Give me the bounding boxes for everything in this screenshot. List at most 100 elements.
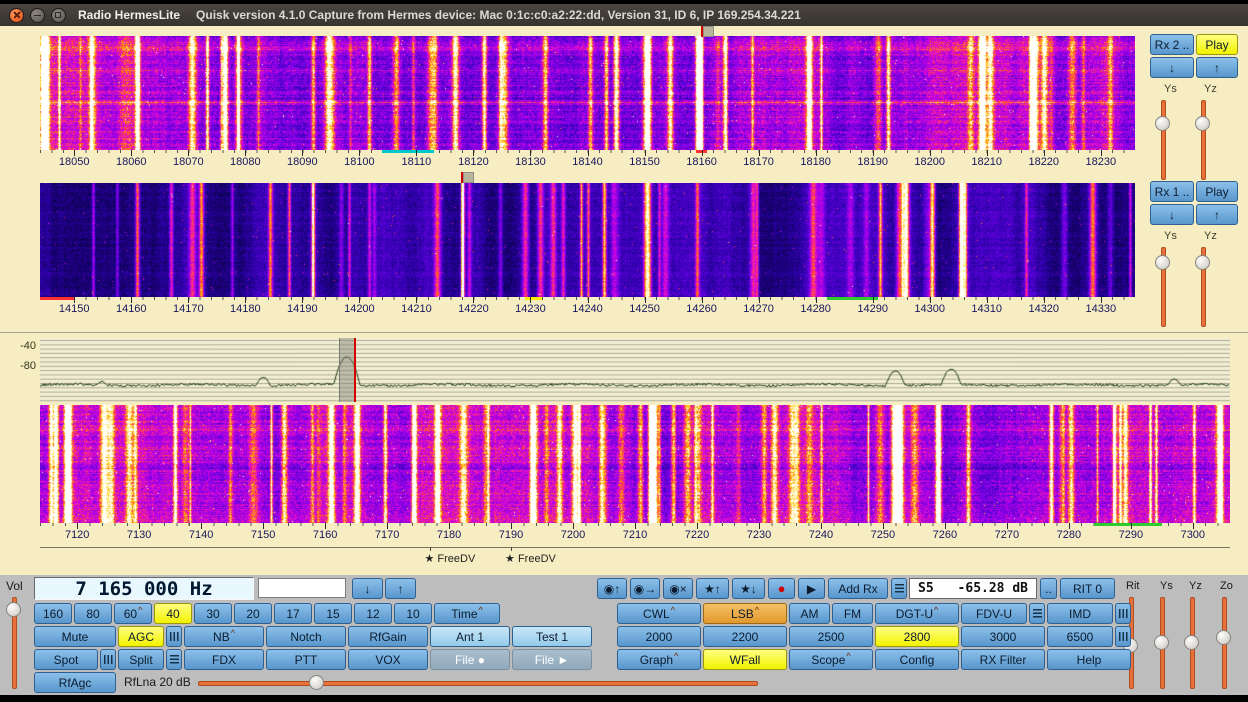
yz-slider[interactable]	[1183, 595, 1201, 691]
file-playback-button[interactable]: File ►	[512, 649, 592, 670]
lsb-button[interactable]: LSB^	[703, 603, 787, 624]
record-button[interactable]: ●	[768, 578, 795, 599]
smeter-menu-icon-button[interactable]	[891, 578, 907, 599]
3000-button[interactable]: 3000	[961, 626, 1045, 647]
slider-knob[interactable]	[309, 675, 324, 690]
rflna-slider[interactable]	[196, 674, 760, 692]
filter-sliders-icon-button[interactable]	[1115, 626, 1131, 647]
add-rx-button[interactable]: Add Rx	[828, 578, 888, 599]
favorites-list-button[interactable]: ★↓	[732, 578, 765, 599]
10-button[interactable]: 10	[394, 603, 432, 624]
waterfall-main[interactable]	[40, 405, 1230, 523]
80-button[interactable]: 80	[74, 603, 112, 624]
rx2-down-button[interactable]: ↓	[1150, 57, 1194, 78]
graph-button[interactable]: Graph^	[617, 649, 701, 670]
rx2-select-button[interactable]: Rx 2 ..	[1150, 34, 1194, 55]
agc-sliders-icon-button[interactable]	[166, 626, 182, 647]
memory-next-button[interactable]: ◉→	[630, 578, 660, 599]
vol-slider[interactable]	[5, 595, 23, 691]
tune-up-button[interactable]: ↑	[385, 578, 416, 599]
rit-button[interactable]: RIT 0	[1060, 578, 1115, 599]
15-button[interactable]: 15	[314, 603, 352, 624]
waterfall-rx1[interactable]	[40, 183, 1135, 297]
6500-button[interactable]: 6500	[1047, 626, 1113, 647]
slider-knob[interactable]	[1154, 635, 1169, 650]
imd-button[interactable]: IMD	[1047, 603, 1113, 624]
freedv-station-marker[interactable]: ★ FreeDV	[424, 552, 475, 565]
slider-knob[interactable]	[1195, 255, 1210, 270]
slider-knob[interactable]	[6, 602, 21, 617]
ant-1-button[interactable]: Ant 1	[430, 626, 510, 647]
maximize-icon[interactable]	[51, 8, 66, 23]
2000-button[interactable]: 2000	[617, 626, 701, 647]
fdx-button[interactable]: FDX	[184, 649, 264, 670]
favorites-add-button[interactable]: ★↑	[696, 578, 729, 599]
fdv-menu-icon-button[interactable]	[1029, 603, 1045, 624]
am-button[interactable]: AM	[789, 603, 830, 624]
rx-filter-band[interactable]	[339, 338, 356, 402]
slider-knob[interactable]	[1155, 116, 1170, 131]
split-button[interactable]: Split	[118, 649, 164, 670]
vox-button[interactable]: VOX	[348, 649, 428, 670]
rx1-yz-slider[interactable]	[1194, 245, 1212, 329]
agc-button[interactable]: AGC	[118, 626, 164, 647]
frequency-scale-rx1[interactable]: 1415014160141701418014190142001421014220…	[40, 297, 1135, 317]
file-record-button[interactable]: File ●	[430, 649, 510, 670]
40-button[interactable]: 40	[154, 603, 192, 624]
frequency-entry-input[interactable]	[258, 578, 346, 598]
rx1-play-button[interactable]: Play	[1196, 181, 1238, 202]
test-1-button[interactable]: Test 1	[512, 626, 592, 647]
tuning-marker-rx2[interactable]	[701, 26, 715, 37]
notch-button[interactable]: Notch	[266, 626, 346, 647]
rx2-play-button[interactable]: Play	[1196, 34, 1238, 55]
fm-button[interactable]: FM	[832, 603, 873, 624]
30-button[interactable]: 30	[194, 603, 232, 624]
slider-knob[interactable]	[1184, 635, 1199, 650]
ptt-button[interactable]: PTT	[266, 649, 346, 670]
mute-button[interactable]: Mute	[34, 626, 116, 647]
12-button[interactable]: 12	[354, 603, 392, 624]
memory-delete-button[interactable]: ◉×	[663, 578, 693, 599]
dgt-u-button[interactable]: DGT-U^	[875, 603, 959, 624]
rx2-ys-slider[interactable]	[1154, 98, 1172, 182]
scope-button[interactable]: Scope^	[789, 649, 873, 670]
17-button[interactable]: 17	[274, 603, 312, 624]
help-button[interactable]: Help	[1047, 649, 1131, 670]
160-button[interactable]: 160	[34, 603, 72, 624]
playback-button[interactable]: ▶	[798, 578, 825, 599]
2500-button[interactable]: 2500	[789, 626, 873, 647]
fdv-u-button[interactable]: FDV-U	[961, 603, 1027, 624]
minimize-icon[interactable]	[30, 8, 45, 23]
waterfall-rx2[interactable]	[40, 36, 1135, 150]
spectrum-graph[interactable]	[40, 338, 1230, 402]
2200-button[interactable]: 2200	[703, 626, 787, 647]
slider-knob[interactable]	[1155, 255, 1170, 270]
close-icon[interactable]	[9, 8, 24, 23]
nb-button[interactable]: NB^	[184, 626, 264, 647]
spot-button[interactable]: Spot	[34, 649, 98, 670]
rfgain-button[interactable]: RfGain	[348, 626, 428, 647]
rx2-yz-slider[interactable]	[1194, 98, 1212, 182]
frequency-scale-main[interactable]: 7120713071407150716071707180719072007210…	[40, 523, 1230, 543]
imd-sliders-icon-button[interactable]	[1115, 603, 1131, 624]
20-button[interactable]: 20	[234, 603, 272, 624]
split-menu-icon-button[interactable]	[166, 649, 182, 670]
60-button[interactable]: 60^	[114, 603, 152, 624]
time-button[interactable]: Time^	[434, 603, 500, 624]
memory-save-button[interactable]: ◉↑	[597, 578, 627, 599]
freedv-station-marker[interactable]: ★ FreeDV	[505, 552, 556, 565]
rx1-ys-slider[interactable]	[1154, 245, 1172, 329]
tune-down-button[interactable]: ↓	[352, 578, 383, 599]
slider-knob[interactable]	[1195, 116, 1210, 131]
cwl-button[interactable]: CWL^	[617, 603, 701, 624]
tuning-marker-rx1[interactable]	[461, 172, 475, 183]
config-button[interactable]: Config	[875, 649, 959, 670]
rx1-up-button[interactable]: ↑	[1196, 204, 1238, 225]
frequency-scale-rx2[interactable]: 1805018060180701808018090181001811018120…	[40, 150, 1135, 170]
zo-slider[interactable]	[1215, 595, 1233, 691]
wfall-button[interactable]: WFall	[703, 649, 787, 670]
ys-slider[interactable]	[1153, 595, 1171, 691]
rx2-up-button[interactable]: ↑	[1196, 57, 1238, 78]
2800-button[interactable]: 2800	[875, 626, 959, 647]
rx-filter-button[interactable]: RX Filter	[961, 649, 1045, 670]
